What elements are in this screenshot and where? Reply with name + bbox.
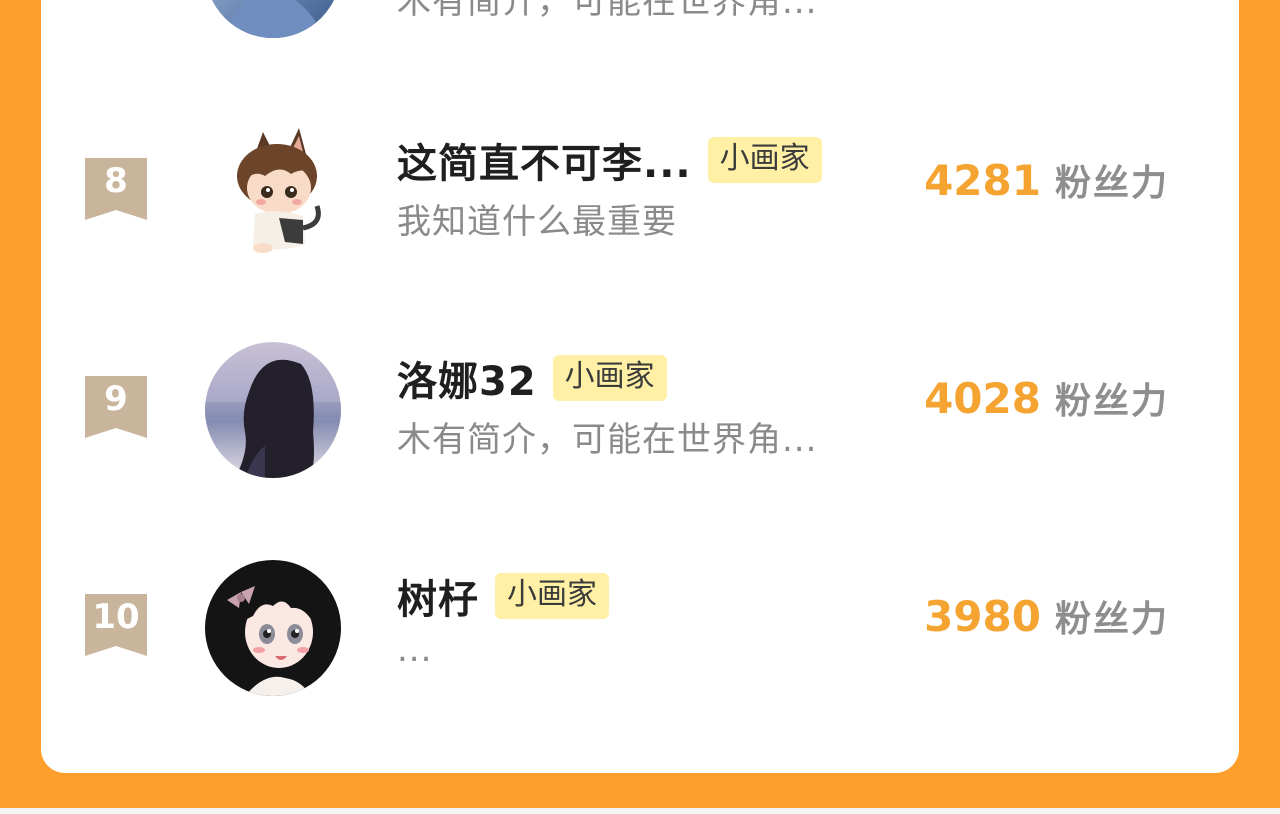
fans-score: 4028 粉丝力 [924, 372, 1169, 424]
rank-number: 9 [104, 379, 128, 419]
user-name[interactable]: 树杍 [397, 567, 479, 625]
name-line: 洛娜32 小画家 [397, 350, 667, 406]
rank-number: 10 [92, 597, 140, 637]
ranking-card: 木有简介，可能在世界角... 8 这简直不可李... 小画家 我知道什么最重要 … [41, 0, 1239, 773]
level-tag: 小画家 [495, 573, 609, 619]
bio-text: ... [397, 630, 433, 670]
rank-number: 8 [104, 161, 128, 201]
rank-badge: 9 [85, 376, 147, 438]
fans-score: 3980 粉丝力 [924, 590, 1169, 642]
user-name[interactable]: 这简直不可李... [397, 131, 692, 189]
list-item[interactable]: 10 树杍 小画家 ... 3980 粉丝力 [41, 554, 1239, 696]
avatar[interactable] [205, 124, 341, 260]
cartoon-cat-boy-avatar [205, 124, 341, 260]
list-item-previous[interactable]: 木有简介，可能在世界角... [41, 0, 1239, 42]
rank-badge: 10 [85, 594, 147, 656]
list-item[interactable]: 9 洛娜32 小画家 木有简介，可能在世界角... 4028 粉丝力 [41, 336, 1239, 478]
bottom-strip [0, 808, 1280, 814]
avatar[interactable] [205, 560, 341, 696]
bio-text: 木有简介，可能在世界角... [397, 0, 818, 22]
bio-text: 木有简介，可能在世界角... [397, 420, 818, 460]
anime-girl-avatar [205, 560, 341, 696]
level-tag: 小画家 [707, 137, 822, 183]
name-line: 这简直不可李... 小画家 [397, 132, 822, 188]
bio-text: 我知道什么最重要 [397, 202, 677, 242]
name-line: 树杍 小画家 [397, 568, 609, 624]
level-tag: 小画家 [552, 355, 667, 401]
fans-count: 3980 [924, 592, 1041, 641]
fans-label: 粉丝力 [1054, 599, 1169, 640]
girl-by-sea-avatar [205, 342, 341, 478]
fans-label: 粉丝力 [1054, 163, 1169, 204]
rank-badge: 8 [85, 158, 147, 220]
avatar[interactable] [205, 0, 341, 38]
fans-label: 粉丝力 [1054, 381, 1169, 422]
fans-score: 4281 粉丝力 [924, 154, 1169, 206]
fans-count: 4281 [924, 156, 1041, 205]
fans-count: 4028 [924, 374, 1041, 423]
avatar[interactable] [205, 342, 341, 478]
list-item[interactable]: 8 这简直不可李... 小画家 我知道什么最重要 4281 粉丝力 [41, 118, 1239, 260]
user-name[interactable]: 洛娜32 [397, 349, 537, 407]
